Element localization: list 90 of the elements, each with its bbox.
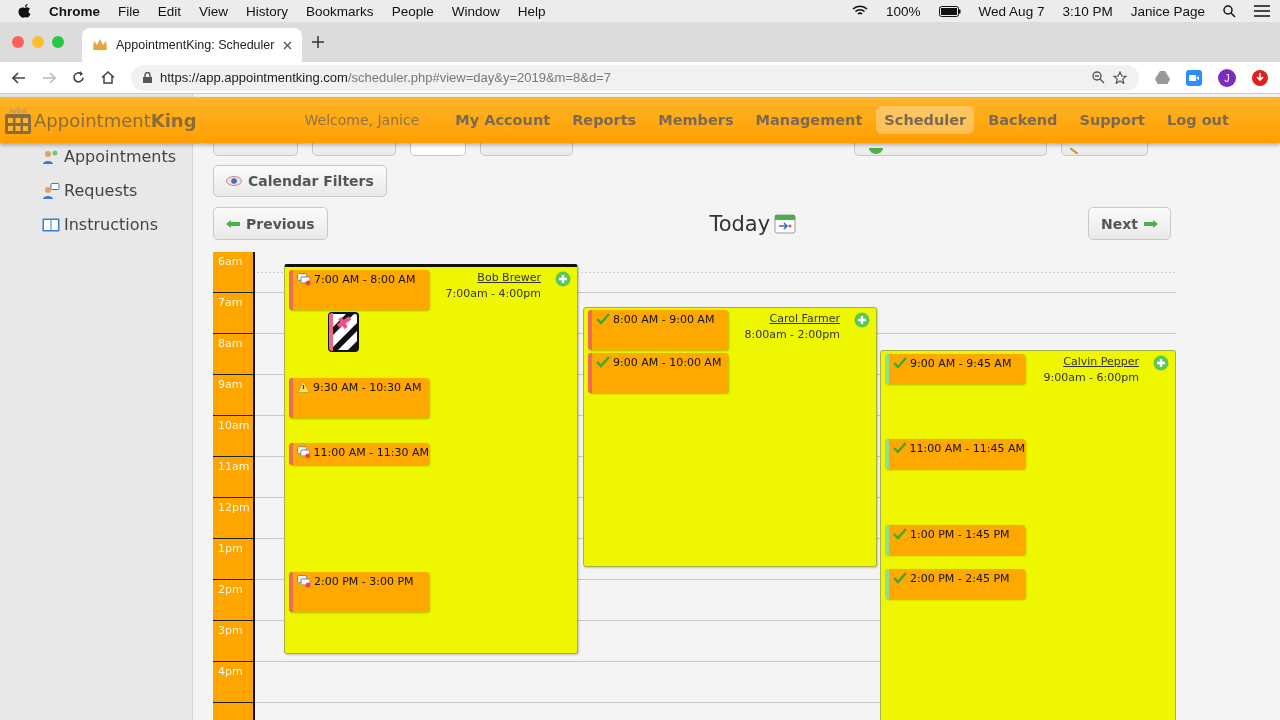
appointment-block[interactable]: 8:00 AM - 9:00 AM: [588, 310, 728, 350]
browser-tab[interactable]: AppointmentKing: Scheduler: [82, 28, 302, 62]
sidebar-link[interactable]: Instructions: [42, 213, 192, 236]
star-icon[interactable]: [1113, 71, 1127, 84]
staff-hours: 8:00am - 2:00pm: [744, 327, 840, 343]
battery-percent: 100%: [886, 3, 921, 19]
staff-name-link[interactable]: Bob Brewer: [445, 270, 541, 286]
right-arrow-icon: [1144, 219, 1158, 228]
check-icon: [893, 442, 907, 454]
menu-item[interactable]: View: [199, 3, 229, 19]
menu-time: 3:10 PM: [1062, 3, 1113, 19]
home-icon[interactable]: [101, 71, 115, 84]
check-icon: [893, 357, 907, 369]
menu-item[interactable]: File: [118, 3, 140, 19]
back-icon[interactable]: [12, 71, 26, 84]
drive-icon[interactable]: [1155, 71, 1170, 84]
book-icon: [42, 217, 60, 232]
person-chat-icon: [42, 182, 60, 199]
staff-hours: 9:00am - 6:00pm: [1043, 370, 1139, 386]
check-icon: [893, 572, 907, 584]
action-button[interactable]: [1061, 143, 1148, 156]
chat-icon: [297, 575, 311, 588]
check-icon: [596, 313, 610, 325]
menu-date: Wed Aug 7: [978, 3, 1045, 19]
lock-icon: [143, 72, 152, 83]
menu-item[interactable]: Window: [451, 3, 500, 19]
hour-label: 1pm: [213, 539, 253, 580]
window-close-button[interactable]: [12, 36, 24, 48]
zoom-icon[interactable]: [1092, 71, 1105, 84]
stop-icon[interactable]: [1252, 69, 1268, 86]
battery-icon[interactable]: [938, 5, 961, 17]
action-button[interactable]: [854, 143, 1047, 156]
appointment-block[interactable]: 11:00 AM - 11:45 AM: [885, 439, 1025, 469]
previous-button[interactable]: Previous: [213, 207, 328, 240]
calendar-crown-icon: [4, 105, 32, 135]
hour-label: 2pm: [213, 580, 253, 621]
appointment-block[interactable]: 2:00 PM - 3:00 PM: [289, 572, 429, 612]
profile-avatar[interactable]: J: [1218, 68, 1236, 87]
calendar-filters-button[interactable]: Calendar Filters: [213, 165, 387, 197]
people-icon: [42, 148, 60, 165]
next-button[interactable]: Next: [1088, 207, 1171, 240]
apple-icon[interactable]: [18, 3, 31, 19]
appointment-block[interactable]: 11:00 AM - 11:30 AM: [289, 443, 429, 465]
list-icon[interactable]: [1254, 5, 1270, 17]
new-tab-icon[interactable]: [312, 36, 324, 48]
menu-item[interactable]: People: [391, 3, 434, 19]
check-icon: [596, 356, 610, 368]
sidebar-link[interactable]: Appointments: [42, 145, 192, 168]
hour-label: 6am: [213, 252, 253, 293]
staff-name-link[interactable]: Calvin Pepper: [1043, 354, 1139, 370]
appointment-block[interactable]: 9:30 AM - 10:30 AM: [289, 378, 429, 418]
chat-icon: [297, 446, 311, 459]
hour-label: 8am: [213, 334, 253, 375]
hour-label: 10am: [213, 416, 253, 457]
appointment-block[interactable]: 9:00 AM - 9:45 AM: [885, 354, 1025, 384]
chat-icon: [297, 273, 311, 286]
day-title: Today: [709, 211, 797, 236]
hour-label: 11am: [213, 457, 253, 498]
calendar-icon[interactable]: [774, 213, 797, 234]
appointment-block[interactable]: 9:00 AM - 10:00 AM: [588, 353, 728, 393]
appointment-block[interactable]: 1:00 PM - 1:45 PM: [885, 525, 1025, 555]
hour-label: 9am: [213, 375, 253, 416]
menu-user[interactable]: Janice Page: [1130, 3, 1205, 19]
menu-item[interactable]: Edit: [157, 3, 182, 19]
hour-label: 7am: [213, 293, 253, 334]
appointment-block[interactable]: 2:00 PM - 2:45 PM: [885, 569, 1025, 599]
left-arrow-icon: [226, 219, 240, 228]
staff-hours: 7:00am - 4:00pm: [445, 286, 541, 302]
staff-name-link[interactable]: Carol Farmer: [744, 311, 840, 327]
warning-icon: [297, 381, 310, 393]
appointment-block[interactable]: 7:00 AM - 8:00 AM: [289, 270, 429, 310]
wifi-icon[interactable]: [852, 5, 869, 17]
hour-label: 4pm: [213, 662, 253, 703]
reload-icon[interactable]: [72, 71, 85, 84]
sidebar-link[interactable]: Requests: [42, 179, 192, 202]
eye-icon: [226, 176, 242, 186]
forward-icon[interactable]: [42, 71, 56, 84]
crown-icon: [92, 38, 108, 52]
check-icon: [893, 528, 907, 540]
address-field[interactable]: https://app.appointmentking.com/scheduler.php#view=day&y=2019&m=8&d=7: [131, 64, 1139, 91]
view-button[interactable]: [410, 143, 466, 156]
hour-label: 3pm: [213, 621, 253, 662]
menu-item[interactable]: Bookmarks: [306, 3, 374, 19]
welcome-text: Welcome, Janice: [304, 112, 420, 128]
menu-item[interactable]: Help: [517, 3, 546, 19]
close-icon[interactable]: [283, 40, 292, 50]
hour-label: 12pm: [213, 498, 253, 539]
video-icon[interactable]: [1186, 69, 1202, 86]
menu-item[interactable]: History: [246, 3, 289, 19]
menu-app-name[interactable]: Chrome: [49, 3, 100, 19]
